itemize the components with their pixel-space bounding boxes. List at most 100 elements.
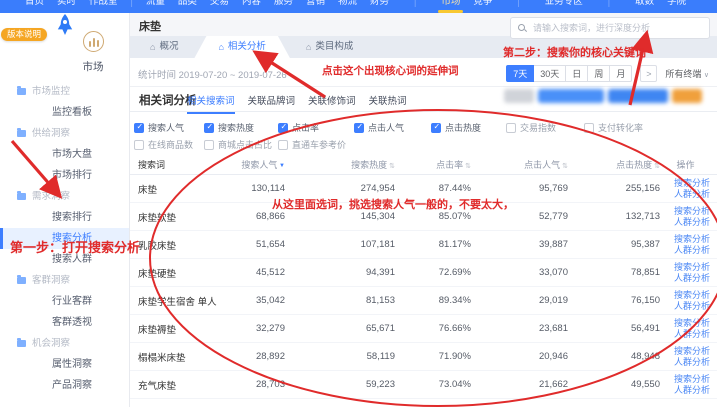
date-filter-日[interactable]: 日 (566, 65, 588, 82)
sidebar-item-搜索分析[interactable]: 搜索分析 (0, 228, 129, 249)
nav-item-交易[interactable]: 交易 (210, 0, 229, 9)
metric-checkbox-支付转化率[interactable]: 支付转化率 (584, 121, 674, 134)
action-link-搜索分析[interactable]: 搜索分析 (674, 234, 715, 245)
action-link-搜索分析[interactable]: 搜索分析 (674, 318, 715, 329)
column-header-搜索词[interactable]: 搜索词 (138, 158, 233, 171)
action-link-人群分析[interactable]: 人群分析 (674, 245, 715, 256)
action-link-搜索分析[interactable]: 搜索分析 (674, 206, 715, 217)
sidebar-item-搜索人群[interactable]: 搜索人群 (0, 249, 129, 270)
keywords-table: 搜索词搜索人气 ▼搜索热度 ⇅点击率 ⇅点击人气 ⇅点击热度 ⇅操作 床垫130… (130, 155, 717, 399)
nav-item-取数[interactable]: 取数 (635, 0, 654, 9)
metric-checkbox-直通车参考价[interactable]: 直通车参考价 (278, 138, 354, 151)
blurred-segment (608, 89, 668, 103)
nav-item-财务[interactable]: 财务 (370, 0, 389, 9)
value-cell: 255,156 (570, 183, 662, 194)
nav-item-首页[interactable]: 首页 (25, 0, 44, 9)
value-cell: 89.34% (397, 295, 473, 306)
search-input[interactable] (531, 22, 702, 34)
metric-checkbox-点击率[interactable]: 点击率 (278, 121, 354, 134)
table-row: 床垫硬垫45,51294,39172.69%33,07078,851搜索分析人群… (130, 259, 717, 287)
tab-类目构成[interactable]: ⌂类目构成 (290, 36, 369, 58)
value-cell: 132,713 (570, 211, 662, 222)
nav-item-业务专区[interactable]: 业务专区 (545, 0, 583, 9)
action-link-人群分析[interactable]: 人群分析 (674, 217, 715, 228)
nav-item-营销[interactable]: 营销 (306, 0, 325, 9)
value-cell: 33,070 (473, 267, 570, 278)
tab-概况[interactable]: ⌂概况 (134, 36, 194, 58)
sidebar-item-市场排行[interactable]: 市场排行 (0, 165, 129, 186)
nav-item-物流[interactable]: 物流 (338, 0, 357, 9)
column-header-操作[interactable]: 操作 (662, 158, 717, 171)
metric-checkbox-商城点击占比[interactable]: 商城点击占比 (204, 138, 278, 151)
subtab-相关搜索词[interactable]: 相关搜索词 (187, 93, 235, 114)
date-filter-30天[interactable]: 30天 (534, 65, 566, 82)
next-page-button[interactable]: > (640, 65, 657, 82)
table-row: 床垫学生宿舍 单人35,04281,15389.34%29,01976,150搜… (130, 287, 717, 315)
value-cell: 28,703 (233, 379, 287, 390)
action-link-人群分析[interactable]: 人群分析 (674, 301, 715, 312)
value-cell: 76.66% (397, 323, 473, 334)
action-link-人群分析[interactable]: 人群分析 (674, 273, 715, 284)
value-cell: 107,181 (287, 239, 397, 250)
action-link-搜索分析[interactable]: 搜索分析 (674, 374, 715, 385)
sidebar-app-market[interactable]: 市场 (58, 31, 128, 74)
sub-tabs: 相关搜索词关联品牌词关联修饰词关联热词 (187, 93, 407, 114)
action-link-人群分析[interactable]: 人群分析 (674, 189, 715, 200)
terminal-dropdown[interactable]: 所有终端 ∨ (665, 67, 709, 80)
subtab-关联品牌词[interactable]: 关联品牌词 (248, 93, 296, 114)
sidebar-item-属性洞察[interactable]: 属性洞察 (0, 354, 129, 375)
tab-相关分析[interactable]: ⌂相关分析 (194, 36, 289, 58)
date-filter-7天[interactable]: 7天 (506, 65, 534, 82)
nav-item-服务[interactable]: 服务 (274, 0, 293, 9)
nav-item-流量[interactable]: 流量 (146, 0, 165, 9)
nav-item-竞争[interactable]: 竞争 (473, 0, 492, 9)
table-header: 搜索词搜索人气 ▼搜索热度 ⇅点击率 ⇅点击人气 ⇅点击热度 ⇅操作 (130, 155, 717, 175)
keyword-search-box[interactable] (510, 17, 710, 39)
sidebar-item-产品洞察[interactable]: 产品洞察 (0, 375, 129, 396)
blurred-segment (672, 89, 702, 103)
sidebar-item-客群透视[interactable]: 客群透视 (0, 312, 129, 333)
nav-item-内容[interactable]: 内容 (242, 0, 261, 9)
sidebar-item-监控看板[interactable]: 监控看板 (0, 102, 129, 123)
folder-icon (17, 277, 26, 284)
column-header-点击率[interactable]: 点击率 ⇅ (397, 158, 473, 171)
value-cell: 52,779 (473, 211, 570, 222)
nav-item-实时[interactable]: 实时 (57, 0, 76, 9)
metric-checkbox-搜索热度[interactable]: 搜索热度 (204, 121, 278, 134)
keyword-cell: 乳胶床垫 (138, 238, 233, 252)
action-link-搜索分析[interactable]: 搜索分析 (674, 262, 715, 273)
date-filter-月[interactable]: 月 (610, 65, 632, 82)
checkbox-icon (134, 140, 144, 150)
nav-item-市场[interactable]: 市场 (441, 0, 460, 9)
nav-item-学院[interactable]: 学院 (667, 0, 686, 9)
sidebar-item-市场大盘[interactable]: 市场大盘 (0, 144, 129, 165)
subtab-关联热词[interactable]: 关联热词 (369, 93, 407, 114)
action-link-人群分析[interactable]: 人群分析 (674, 385, 715, 396)
action-link-搜索分析[interactable]: 搜索分析 (674, 290, 715, 301)
column-header-搜索热度[interactable]: 搜索热度 ⇅ (287, 158, 397, 171)
value-cell: 95,769 (473, 183, 570, 194)
column-header-点击热度[interactable]: 点击热度 ⇅ (570, 158, 662, 171)
sidebar-item-搜索排行[interactable]: 搜索排行 (0, 207, 129, 228)
action-link-搜索分析[interactable]: 搜索分析 (674, 346, 715, 357)
main-content: 床垫 ⌂概况⌂相关分析⌂类目构成 统计时间 2019-07-20 ~ 2019-… (130, 13, 717, 407)
nav-item-作战室[interactable]: 作战室 (89, 0, 118, 9)
date-filter-周[interactable]: 周 (588, 65, 610, 82)
metric-checkbox-点击人气[interactable]: 点击人气 (354, 121, 431, 134)
action-link-人群分析[interactable]: 人群分析 (674, 357, 715, 368)
metric-checkbox-交易指数[interactable]: 交易指数 (506, 121, 584, 134)
sidebar-item-行业客群[interactable]: 行业客群 (0, 291, 129, 312)
subtab-关联修饰词[interactable]: 关联修饰词 (308, 93, 356, 114)
nav-item-品类[interactable]: 品类 (178, 0, 197, 9)
version-badge[interactable]: 版本说明 (1, 28, 47, 41)
metric-checkbox-点击热度[interactable]: 点击热度 (431, 121, 506, 134)
column-header-搜索人气[interactable]: 搜索人气 ▼ (233, 158, 287, 171)
action-link-人群分析[interactable]: 人群分析 (674, 329, 715, 340)
keyword-cell: 床垫软垫 (138, 210, 233, 224)
table-row: 乳胶床垫51,654107,18181.17%39,88795,387搜索分析人… (130, 231, 717, 259)
action-link-搜索分析[interactable]: 搜索分析 (674, 178, 715, 189)
metric-checkbox-搜索人气[interactable]: 搜索人气 (134, 121, 204, 134)
metric-checkbox-在线商品数[interactable]: 在线商品数 (134, 138, 204, 151)
column-header-点击人气[interactable]: 点击人气 ⇅ (473, 158, 570, 171)
value-cell: 81.17% (397, 239, 473, 250)
